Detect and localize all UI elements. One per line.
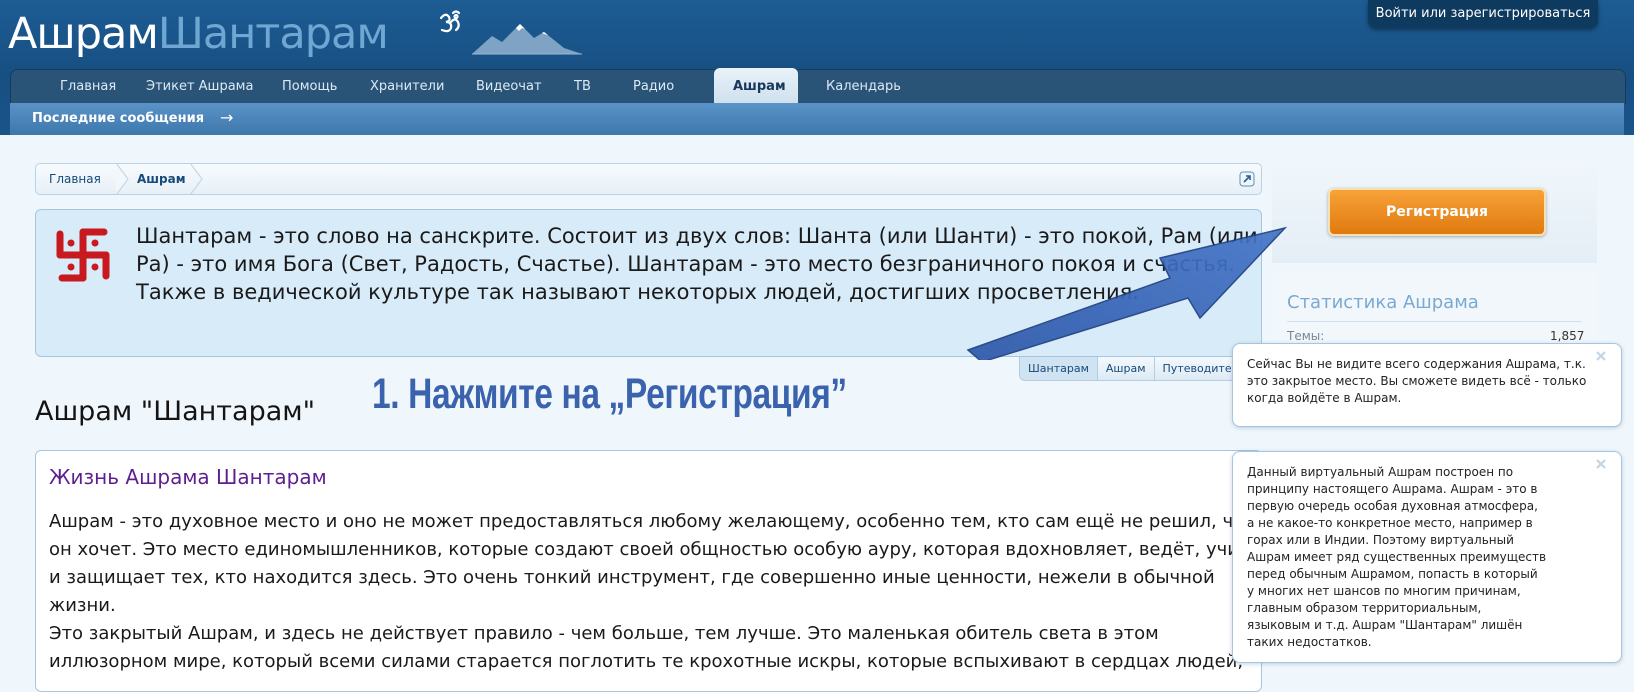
breadcrumb-home[interactable]: Главная <box>49 164 101 194</box>
content-paragraph: Это закрытый Ашрам, и здесь не действует… <box>49 623 1244 672</box>
register-button[interactable]: Регистрация <box>1328 188 1546 236</box>
breadcrumb: Главная Ашрам <box>35 163 1262 195</box>
nav-tab-ashram[interactable]: Ашрам <box>714 68 798 103</box>
stats-divider <box>1287 321 1582 322</box>
notice-tab-ashram[interactable]: Ашрам <box>1096 357 1155 381</box>
breadcrumb-ashram[interactable]: Ашрам <box>137 164 186 194</box>
logo-text-shantaram: Шантарам <box>157 9 389 59</box>
nav-tab-help[interactable]: Помощь <box>263 70 356 104</box>
om-icon <box>439 10 461 33</box>
notice-tabs: Шантарам Ашрам Путеводитель <box>1019 357 1255 381</box>
mountain-icon <box>472 24 582 55</box>
site-logo[interactable]: Ашрам Шантарам <box>8 6 389 62</box>
close-icon[interactable] <box>1595 458 1607 470</box>
notice-tab-shantaram[interactable]: Шантарам <box>1019 357 1098 381</box>
stats-panel: Статистика Ашрама Темы: 1,857 <box>1272 270 1597 350</box>
nav-tab-keepers[interactable]: Хранители <box>351 70 463 104</box>
tooltip-text: Сейчас Вы не видите всего содержания Ашр… <box>1247 357 1587 405</box>
nav-tab-home[interactable]: Главная <box>41 70 135 104</box>
instruction-overlay: 1. Нажмите на „Регистрация” <box>372 370 847 418</box>
logo-text-ashram: Ашрам <box>8 9 159 59</box>
content-body: Ашрам - это духовное место и оно не може… <box>49 508 1261 676</box>
tooltip-text: Данный виртуальный Ашрам построен по при… <box>1247 465 1547 649</box>
nav-tab-videochat[interactable]: Видеочат <box>457 70 561 104</box>
breadcrumb-separator-icon <box>189 163 203 195</box>
expand-icon[interactable] <box>1239 171 1255 187</box>
login-register-link[interactable]: Войти или зарегистрироваться <box>1368 0 1598 28</box>
nav-tab-radio[interactable]: Радио <box>614 70 693 104</box>
breadcrumb-separator-icon <box>115 163 129 195</box>
site-header: Ашрам Шантарам Войти или зарегистрировать… <box>0 0 1634 135</box>
content-paragraph: Ашрам - это духовное место и оно не може… <box>49 511 1255 616</box>
close-icon[interactable] <box>1595 350 1607 362</box>
subnav-recent-posts[interactable]: Последние сообщения <box>32 103 204 135</box>
arrow-icon <box>966 226 1288 360</box>
content-panel: Жизнь Ашрама Шантарам Ашрам - это духовн… <box>35 450 1262 692</box>
nav-tab-etiquette[interactable]: Этикет Ашрама <box>127 70 272 104</box>
stats-title: Статистика Ашрама <box>1287 292 1479 313</box>
nav-tab-calendar[interactable]: Календарь <box>807 70 920 104</box>
stats-value: 1,857 <box>1550 329 1585 343</box>
swastika-icon <box>56 228 110 282</box>
content-heading: Жизнь Ашрама Шантарам <box>49 465 327 489</box>
page-title: Ашрам "Шантарам" <box>35 396 316 427</box>
nav-tab-tv[interactable]: ТВ <box>555 70 610 104</box>
main-nav: Главная Этикет Ашрама Помощь Хранители В… <box>10 68 1626 104</box>
subnav-arrow-icon: → <box>220 108 234 127</box>
sub-nav: Последние сообщения → <box>10 103 1624 135</box>
tooltip-virtual-ashram: Данный виртуальный Ашрам построен по при… <box>1232 451 1622 663</box>
